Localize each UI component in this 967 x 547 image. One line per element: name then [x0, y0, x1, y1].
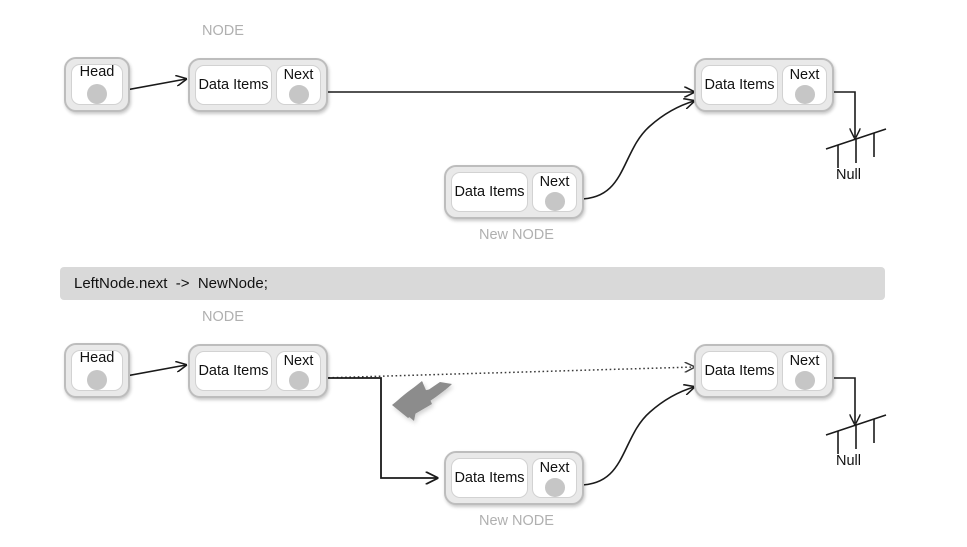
head-box-top[interactable]: Head: [64, 57, 130, 112]
node-new-next-label-bottom: Next: [539, 460, 570, 476]
caption-node-bottom: NODE: [202, 309, 244, 325]
node-new-data-label-bottom: Data Items: [454, 470, 525, 486]
node-right-next-dot-bottom: [794, 371, 815, 390]
diagram-canvas: NODE Head Data Items Next Data Items Nex…: [0, 0, 967, 547]
node-left-next-dot-bottom: [288, 371, 309, 390]
node-right-data-cell-top: Data Items: [701, 65, 778, 105]
node-new-next-dot-top: [544, 192, 565, 211]
node-left-next-label-top: Next: [283, 67, 314, 83]
node-new-next-label-top: Next: [539, 174, 570, 190]
gray-emphasis-arrow-icon: [392, 381, 452, 421]
head-cell-top: Head: [71, 64, 123, 105]
code-banner-text: LeftNode.next -> NewNode;: [74, 275, 268, 292]
node-new-data-label-top: Data Items: [454, 184, 525, 200]
node-left-data-cell-top: Data Items: [195, 65, 272, 105]
node-right-bottom[interactable]: Data Items Next: [694, 344, 834, 398]
node-right-next-label-top: Next: [789, 67, 820, 83]
node-new-next-dot-bottom: [544, 478, 565, 497]
node-left-data-label-bottom: Data Items: [198, 363, 269, 379]
caption-new-node-bottom: New NODE: [479, 513, 554, 529]
head-cell-bottom: Head: [71, 350, 123, 391]
head-pointer-dot-bottom: [87, 369, 107, 390]
head-label-bottom: Head: [79, 350, 115, 367]
node-left-next-cell-top: Next: [276, 65, 321, 105]
head-label-top: Head: [79, 64, 115, 81]
null-label-bottom: Null: [836, 453, 861, 469]
node-left-next-label-bottom: Next: [283, 353, 314, 369]
link-newnode-to-right-bottom: [575, 387, 694, 486]
node-left-next-dot-top: [288, 85, 309, 104]
null-glyph-top: [825, 128, 887, 168]
node-right-data-label-top: Data Items: [704, 77, 775, 93]
code-banner: LeftNode.next -> NewNode;: [60, 267, 885, 300]
node-left-data-cell-bottom: Data Items: [195, 351, 272, 391]
node-new-data-cell-bottom: Data Items: [451, 458, 528, 498]
node-left-bottom[interactable]: Data Items Next: [188, 344, 328, 398]
caption-node-top: NODE: [202, 23, 244, 39]
node-new-bottom[interactable]: Data Items Next: [444, 451, 584, 505]
node-left-next-cell-bottom: Next: [276, 351, 321, 391]
caption-new-node-top: New NODE: [479, 227, 554, 243]
node-new-next-cell-top: Next: [532, 172, 577, 212]
node-right-data-cell-bottom: Data Items: [701, 351, 778, 391]
node-left-top[interactable]: Data Items Next: [188, 58, 328, 112]
node-right-next-dot-top: [794, 85, 815, 104]
null-glyph-bottom: [825, 414, 887, 454]
node-right-top[interactable]: Data Items Next: [694, 58, 834, 112]
node-new-data-cell-top: Data Items: [451, 172, 528, 212]
null-label-top: Null: [836, 167, 861, 183]
node-right-next-cell-top: Next: [782, 65, 827, 105]
node-left-data-label-top: Data Items: [198, 77, 269, 93]
node-right-next-label-bottom: Next: [789, 353, 820, 369]
node-right-data-label-bottom: Data Items: [704, 363, 775, 379]
head-pointer-dot-top: [87, 83, 107, 104]
node-new-next-cell-bottom: Next: [532, 458, 577, 498]
node-right-next-cell-bottom: Next: [782, 351, 827, 391]
link-newnode-to-right-top: [575, 101, 694, 200]
head-box-bottom[interactable]: Head: [64, 343, 130, 398]
node-new-top[interactable]: Data Items Next: [444, 165, 584, 219]
link-old-dotted-bottom: [319, 367, 694, 379]
